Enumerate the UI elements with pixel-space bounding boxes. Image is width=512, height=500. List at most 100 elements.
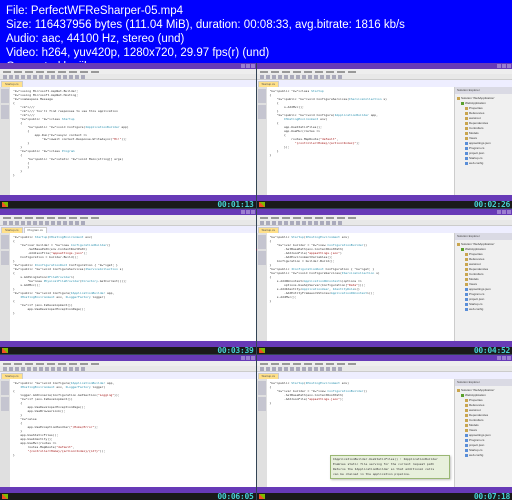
toolbar-button[interactable] [308,367,312,371]
start-button[interactable] [2,348,8,353]
code-editor[interactable]: "kw">public "kw">void Configure(IApplica… [10,379,256,487]
toolbar-button[interactable] [266,221,270,225]
toolbar-button[interactable] [51,221,55,225]
toolbar-button[interactable] [45,221,49,225]
minimize-button[interactable] [497,64,501,68]
close-button[interactable] [507,64,511,68]
toolbar-button[interactable] [27,367,31,371]
toolbar-button[interactable] [15,367,19,371]
editor-tabs[interactable]: Startup.cs [257,372,512,379]
solution-tree[interactable]: Solution 'WebApplication'WebApplicationP… [455,386,512,487]
toolbar-button[interactable] [21,75,25,79]
toolbar-button[interactable] [266,75,270,79]
toolbar-button[interactable] [75,221,79,225]
editor-tabs[interactable]: Startup.cs [0,80,256,87]
solution-explorer[interactable]: Solution Explorer Solution 'WebApplicati… [454,233,512,341]
toolbar-button[interactable] [75,367,79,371]
toolbar-button[interactable] [338,75,342,79]
maximize-button[interactable] [502,356,506,360]
toolbar-button[interactable] [21,221,25,225]
toolbar-button[interactable] [332,75,336,79]
toolbar-button[interactable] [81,75,85,79]
maximize-button[interactable] [502,210,506,214]
toolbar-button[interactable] [39,367,43,371]
toolbar-button[interactable] [296,75,300,79]
code-editor[interactable]: "kw">using Microsoft.AspNet.Builder;"kw"… [10,87,256,195]
solution-explorer[interactable]: Solution Explorer Solution 'WebApplicati… [454,87,512,195]
left-toolbox[interactable] [257,379,267,487]
close-button[interactable] [251,64,255,68]
toolbar-button[interactable] [27,75,31,79]
solution-explorer[interactable]: Solution Explorer Solution 'WebApplicati… [454,379,512,487]
toolbar-button[interactable] [3,367,7,371]
toolbar-button[interactable] [290,221,294,225]
toolbar-button[interactable] [326,221,330,225]
toolbar-button[interactable] [69,221,73,225]
toolbar-button[interactable] [9,221,13,225]
toolbar-button[interactable] [260,221,264,225]
toolbar-button[interactable] [63,75,67,79]
toolbar-button[interactable] [272,221,276,225]
toolbar-button[interactable] [308,221,312,225]
code-editor[interactable]: "kw">public "kw">class Startup{ "kw">pub… [267,87,455,195]
code-editor[interactable]: "kw">public Startup(IHostingEnvironment … [267,233,455,341]
toolbar-button[interactable] [15,221,19,225]
toolbar-button[interactable] [39,221,43,225]
toolbar-button[interactable] [15,75,19,79]
code-editor[interactable]: "kw">public Startup(IHostingEnvironment … [267,379,455,487]
start-button[interactable] [259,202,265,207]
toolbar-button[interactable] [33,367,37,371]
toolbar-button[interactable] [338,221,342,225]
editor-tabs[interactable]: Startup.cs Program.cs [0,226,256,233]
toolbar-button[interactable] [314,367,318,371]
toolbar-button[interactable] [284,75,288,79]
toolbar-button[interactable] [284,221,288,225]
editor-tabs[interactable]: Startup.cs [0,372,256,379]
left-toolbox[interactable] [0,87,10,195]
left-toolbox[interactable] [257,233,267,341]
toolbar-button[interactable] [308,75,312,79]
toolbar-button[interactable] [57,75,61,79]
start-button[interactable] [2,202,8,207]
toolbar-button[interactable] [33,75,37,79]
toolbar-button[interactable] [296,221,300,225]
toolbar-button[interactable] [302,221,306,225]
toolbar-button[interactable] [320,221,324,225]
close-button[interactable] [251,356,255,360]
toolbar-button[interactable] [57,367,61,371]
start-button[interactable] [2,494,8,499]
toolbar-button[interactable] [57,221,61,225]
maximize-button[interactable] [246,356,250,360]
maximize-button[interactable] [502,64,506,68]
solution-tree[interactable]: Solution 'WebApplication'WebApplicationP… [455,240,512,341]
toolbar-button[interactable] [51,75,55,79]
os-taskbar[interactable]: 00:02:26 [257,201,512,208]
toolbar-button[interactable] [81,221,85,225]
toolbar-button[interactable] [21,367,25,371]
close-button[interactable] [507,210,511,214]
minimize-button[interactable] [497,356,501,360]
minimize-button[interactable] [241,356,245,360]
toolbar-button[interactable] [260,367,264,371]
toolbar-button[interactable] [39,75,43,79]
maximize-button[interactable] [246,210,250,214]
toolbar-button[interactable] [69,75,73,79]
toolbar-button[interactable] [266,367,270,371]
toolbar-button[interactable] [296,367,300,371]
toolbar-button[interactable] [69,367,73,371]
toolbar-button[interactable] [332,221,336,225]
toolbar-button[interactable] [326,367,330,371]
os-taskbar[interactable]: 00:04:52 [257,347,512,354]
os-taskbar[interactable]: 00:01:13 [0,201,256,208]
toolbar-button[interactable] [63,367,67,371]
left-toolbox[interactable] [0,379,10,487]
maximize-button[interactable] [246,64,250,68]
code-editor[interactable]: "kw">public Startup(IHostingEnvironment … [10,233,256,341]
toolbar-button[interactable] [75,75,79,79]
toolbar-button[interactable] [290,367,294,371]
toolbar-button[interactable] [278,75,282,79]
toolbar-button[interactable] [314,221,318,225]
toolbar-button[interactable] [314,75,318,79]
minimize-button[interactable] [497,210,501,214]
toolbar-button[interactable] [290,75,294,79]
